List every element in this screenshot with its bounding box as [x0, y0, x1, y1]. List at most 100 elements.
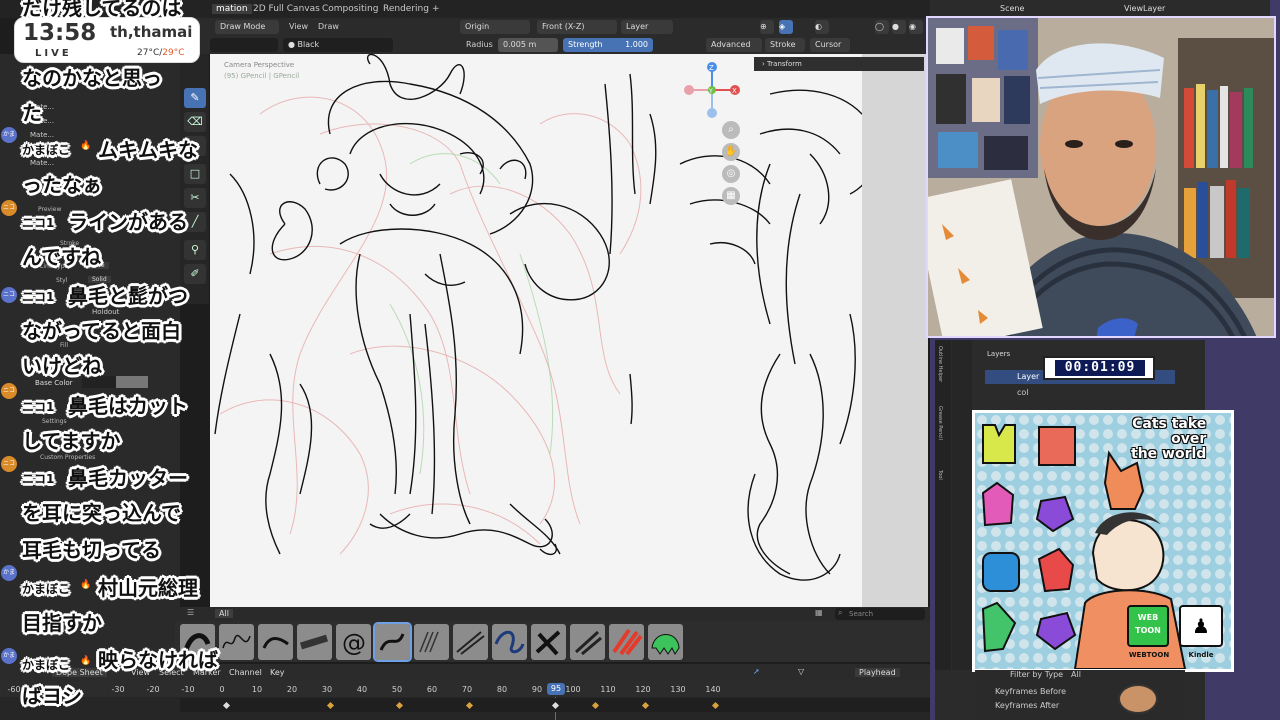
ad-headline-line: the world [1131, 446, 1207, 462]
radius-field[interactable]: 0.005 m [498, 38, 558, 52]
shading-wire-icon[interactable]: ◯ [875, 20, 889, 34]
advanced-dropdown[interactable]: Advanced [706, 38, 762, 52]
kindle-reader-icon[interactable]: ♟ [1179, 605, 1223, 647]
chat-line: んですね [22, 245, 101, 269]
gizmo-icon[interactable]: ⊕ [760, 20, 774, 34]
shading-solid-icon[interactable]: ● [892, 20, 906, 34]
svg-text:X: X [732, 87, 737, 95]
timer-value: 00:01:09 [1055, 360, 1145, 376]
ad-headline-line: over [1171, 431, 1207, 447]
material-selector[interactable]: ● Black [283, 38, 393, 52]
brush-thumb[interactable] [258, 624, 293, 660]
brush-thumb[interactable] [609, 624, 644, 660]
tab-outline-helper[interactable]: Outline Helper [937, 346, 943, 382]
layer-dropdown[interactable]: Layer [621, 20, 673, 34]
pan-hand-icon[interactable]: ✋ [722, 143, 740, 161]
user-avatar: ニコ [1, 287, 17, 303]
filter-icon[interactable]: ▽ [798, 667, 804, 676]
view-menu[interactable]: View [289, 22, 308, 31]
add-workspace-button[interactable]: + [432, 4, 440, 14]
svg-text:Z: Z [709, 64, 714, 72]
transform-panel-header[interactable]: › Transform [754, 57, 924, 71]
kindle-caption: Kindle [1188, 651, 1214, 659]
zoom-icon[interactable]: ⌕ [722, 121, 740, 139]
user-avatar: かま [1, 648, 17, 664]
camera-view-icon[interactable]: ◎ [722, 165, 740, 183]
frame-tick: 20 [286, 685, 298, 694]
chat-username: ニコ1 [22, 400, 55, 414]
view-axis-dropdown[interactable]: Front (X-Z) [537, 20, 617, 34]
property-icons-column [952, 340, 972, 670]
timeline-channel-menu[interactable]: Channel [229, 668, 262, 677]
filter-by-type-label: Filter by Type [1010, 670, 1064, 679]
tab-tool[interactable]: Tool [937, 470, 943, 480]
chat-line: を耳に突っ込んで [22, 501, 181, 525]
chat-message: 鼻毛はカット [68, 394, 188, 418]
brush-thumb-active[interactable] [373, 622, 412, 662]
viewport-info: Camera Perspective (95) GPencil | GPenci… [224, 60, 299, 82]
origin-dropdown[interactable]: Origin [460, 20, 530, 34]
brush-thumb[interactable] [570, 624, 605, 660]
ad-headline: Cats take over the world [1131, 417, 1206, 462]
brush-thumb[interactable] [492, 624, 527, 660]
properties-tab-strip: Outline Helper Grease Pencil Tool [935, 340, 951, 670]
layer-name: Layer [1017, 372, 1040, 381]
ad-headline-line: Cats take [1132, 416, 1207, 432]
frame-tick: 50 [391, 685, 403, 694]
chat-line: た [22, 101, 42, 125]
current-frame-indicator[interactable]: 95 [547, 683, 565, 695]
red-construction-lines [219, 96, 642, 555]
navigation-gizmo[interactable]: Z X Y [680, 60, 740, 120]
strength-slider[interactable]: Strength 1.000 [563, 38, 653, 52]
screen: { "topbar": { "tabs": ["mation", "2D Ful… [0, 0, 1280, 720]
chat-message: 映らなければ [98, 648, 218, 672]
frame-tick: 80 [496, 685, 508, 694]
tab-grease-pencil[interactable]: Grease Pencil [937, 406, 943, 440]
chat-line: してますか [22, 429, 121, 453]
overlay-icon[interactable]: ◈ [779, 20, 793, 34]
webcam-image [928, 18, 1274, 336]
book-ad: Cats take over the world WEB TOON WEBTOO… [975, 413, 1231, 669]
svg-text:Y: Y [708, 88, 713, 95]
brush-thumb[interactable] [297, 624, 332, 660]
cursor-dropdown[interactable]: Cursor [810, 38, 850, 52]
chat-overlay: だけ残してるのは なのかなと思っ た かま かまぼこ 🔥 ムキムキな ったなぁ … [0, 0, 230, 720]
stroke-dropdown[interactable]: Stroke [765, 38, 805, 52]
chat-message: 鼻毛カッター [68, 466, 188, 490]
brush-thumb[interactable]: @ [336, 624, 371, 660]
webtoon-logo-text: WEB TOON [1135, 613, 1161, 635]
brush-thumb[interactable] [531, 624, 566, 660]
tab-rendering[interactable]: Rendering [383, 4, 429, 14]
select-arrow-icon[interactable]: ➚ [753, 667, 760, 676]
tab-2d-full-canvas[interactable]: 2D Full Canvas [253, 4, 320, 14]
viewlayer-selector[interactable]: ViewLayer [1124, 4, 1165, 13]
filter-type-value[interactable]: All [1071, 670, 1081, 679]
webtoon-logo[interactable]: WEB TOON [1127, 605, 1169, 647]
brush-thumb[interactable] [648, 624, 683, 660]
chat-message: 鼻毛と髭がつ [68, 284, 188, 308]
sketch-canvas[interactable] [210, 54, 925, 607]
frame-tick: 30 [321, 685, 333, 694]
scene-selector[interactable]: Scene [1000, 4, 1024, 13]
drawing-viewport[interactable] [210, 54, 925, 607]
ortho-grid-icon[interactable]: ▦ [722, 187, 740, 205]
layers-title[interactable]: Layers [987, 350, 1010, 358]
svg-text:@: @ [342, 629, 366, 657]
xray-icon[interactable]: ◐ [815, 20, 829, 34]
brush-thumb[interactable] [414, 624, 449, 660]
camera-label: Camera Perspective [224, 61, 295, 69]
draw-menu[interactable]: Draw [318, 22, 339, 31]
chat-line: 目指すか [22, 611, 102, 635]
transform-panel-label: Transform [767, 60, 802, 68]
tab-compositing[interactable]: Compositing [322, 4, 378, 14]
shading-material-icon[interactable]: ◉ [909, 20, 923, 34]
timeline-key-menu[interactable]: Key [270, 668, 285, 677]
playhead-dropdown[interactable]: Playhead [855, 668, 900, 677]
keyframes-before-label: Keyframes Before [995, 687, 1067, 696]
layer-item[interactable]: col [985, 386, 1175, 400]
brush-thumb[interactable] [453, 624, 488, 660]
frame-tick: 10 [251, 685, 263, 694]
viewport-side-shade [862, 54, 928, 607]
mascot-sprite [1118, 684, 1158, 714]
frame-tick: 90 [531, 685, 543, 694]
